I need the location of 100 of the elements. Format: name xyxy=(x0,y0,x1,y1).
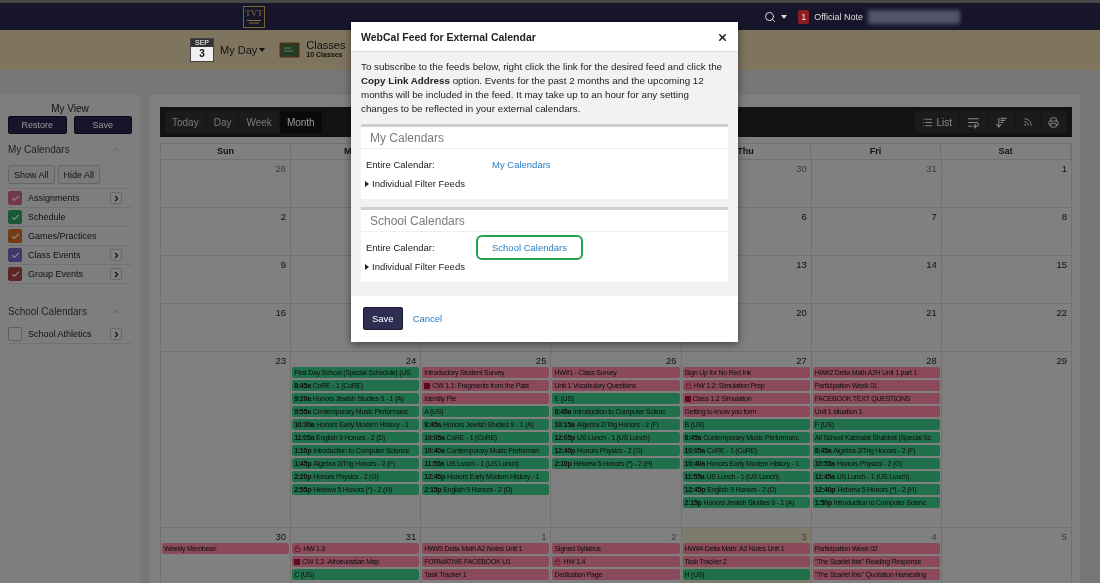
classes-menu[interactable]: Classes xyxy=(306,41,346,50)
calendar-checkbox[interactable] xyxy=(8,191,22,205)
instructions-text: To subscribe to the feeds below, right click the link for the desired feed and click the Copy Link Address option. Events for the past 2 months and the upcoming 12 months will be included in the feed. It may take up to an hour for any setting changes to be reflected in your external calendars. xyxy=(361,60,724,116)
day-cell[interactable]: 7 xyxy=(811,207,942,255)
day-number: 29 xyxy=(1055,354,1068,367)
day-cell[interactable] xyxy=(681,351,812,527)
printer-icon xyxy=(1048,116,1059,128)
school-logo[interactable]: TVT xyxy=(243,5,265,28)
view-tab[interactable]: Month xyxy=(279,111,323,133)
feed-label: Entire Calendar: xyxy=(366,158,436,170)
day-cell[interactable]: 15 xyxy=(941,255,1072,303)
weekday-label: Sat xyxy=(998,145,1013,158)
calendar-checkbox[interactable] xyxy=(8,248,22,262)
day-cell[interactable]: 14 xyxy=(811,255,942,303)
day-cell[interactable]: 16 xyxy=(161,303,292,351)
day-cell[interactable]: 22 xyxy=(941,303,1072,351)
day-number: 5 xyxy=(1060,530,1068,543)
calendar-checkbox[interactable] xyxy=(8,210,22,224)
panel-title: My Calendars xyxy=(361,127,728,149)
view-tab[interactable]: Day xyxy=(206,111,240,133)
save-button[interactable]: Save xyxy=(363,307,403,330)
calendar-name[interactable]: Games/Practices xyxy=(28,231,122,241)
day-cell[interactable]: 29 xyxy=(941,351,1072,527)
square-icon xyxy=(424,382,431,389)
day-cell[interactable]: 23 xyxy=(161,351,292,527)
list-icon xyxy=(922,116,934,128)
day-number: 13 xyxy=(795,258,808,271)
view-button[interactable]: Save xyxy=(73,116,132,134)
day-number: 28 xyxy=(925,354,938,367)
feed-link[interactable]: School Calendars xyxy=(476,234,583,260)
calendar-name[interactable]: Class Events xyxy=(28,250,104,260)
view-tab[interactable]: Today xyxy=(165,111,207,133)
weekday-label: Fri xyxy=(869,145,882,158)
weekday-label: Sun xyxy=(217,145,234,158)
day-number: 20 xyxy=(795,306,808,319)
day-cell[interactable]: 1 xyxy=(941,159,1072,207)
search-icon[interactable] xyxy=(764,10,777,23)
day-cell[interactable]: 8 xyxy=(941,207,1072,255)
day-number: 7 xyxy=(930,210,938,223)
submenu-button[interactable] xyxy=(110,192,122,204)
weekday-label: Thu xyxy=(737,145,754,158)
calendar-checkbox[interactable] xyxy=(8,267,22,281)
caret-icon xyxy=(259,48,266,52)
day-number: 31 xyxy=(925,162,938,175)
day-number: 23 xyxy=(274,354,288,367)
notification-count[interactable]: 1 xyxy=(798,9,810,24)
day-number: 26 xyxy=(665,354,678,367)
panel-title: School Calendars xyxy=(361,210,728,232)
day-number: 27 xyxy=(795,354,808,367)
day-cell[interactable] xyxy=(421,351,552,527)
day-cell[interactable]: 9 xyxy=(161,255,292,303)
day-number: 25 xyxy=(534,354,548,367)
calendar-checkbox[interactable] xyxy=(8,327,22,341)
view-tab[interactable]: Week xyxy=(239,111,280,133)
dialog-title: WebCal Feed for External Calendar xyxy=(361,31,536,43)
day-cell[interactable]: 2 xyxy=(161,207,292,255)
day-cell[interactable]: 21 xyxy=(811,303,942,351)
calendar-name[interactable]: School Athletics xyxy=(28,329,104,339)
square-icon xyxy=(684,395,691,402)
day-cell[interactable]: 26 xyxy=(161,159,292,207)
day-number: 3 xyxy=(800,530,808,543)
day-number: 22 xyxy=(1055,306,1068,319)
feed-link[interactable]: My Calendars xyxy=(476,151,567,177)
day-number: 15 xyxy=(1055,258,1068,271)
day-cell[interactable] xyxy=(291,351,422,527)
lock-icon xyxy=(554,558,562,565)
wrap-text-icon xyxy=(967,115,980,129)
close-button[interactable] xyxy=(717,31,728,43)
day-number: 21 xyxy=(925,306,938,319)
filter-button[interactable]: Hide All xyxy=(57,165,101,184)
user-menu-label[interactable]: Official Note xyxy=(814,11,863,22)
view-button[interactable]: Restore xyxy=(8,116,67,134)
calendar-name[interactable]: Assignments xyxy=(28,193,104,203)
sidebar-title: My View xyxy=(50,103,90,114)
day-number: 9 xyxy=(279,258,288,271)
lock-icon xyxy=(684,382,692,389)
day-number: 31 xyxy=(404,530,418,543)
submenu-button[interactable] xyxy=(110,249,122,261)
day-cell[interactable]: 5 xyxy=(941,527,1072,583)
chalkboard-icon xyxy=(279,42,301,58)
day-number: 2 xyxy=(279,210,288,223)
day-cell[interactable]: 31 xyxy=(811,159,942,207)
day-cell[interactable] xyxy=(811,351,942,527)
calendar-checkbox[interactable] xyxy=(8,229,22,243)
day-number: 26 xyxy=(274,162,288,175)
section-title: School Calendars xyxy=(8,306,87,317)
lock-icon xyxy=(294,545,302,552)
submenu-button[interactable] xyxy=(110,328,122,340)
submenu-button[interactable] xyxy=(110,268,122,280)
caret-icon[interactable] xyxy=(781,14,788,19)
calendar-name[interactable]: Group Events xyxy=(28,269,104,279)
date-day: 3 xyxy=(199,47,205,61)
filter-button[interactable]: Show All xyxy=(8,165,55,184)
cancel-link[interactable]: Cancel xyxy=(412,313,443,324)
my-day-menu[interactable]: My Day xyxy=(220,44,266,56)
calendar-name[interactable]: Schedule xyxy=(28,212,122,222)
day-cell[interactable] xyxy=(551,351,682,527)
day-number: 6 xyxy=(800,210,808,223)
day-number: 30 xyxy=(795,162,808,175)
day-number: 14 xyxy=(925,258,938,271)
